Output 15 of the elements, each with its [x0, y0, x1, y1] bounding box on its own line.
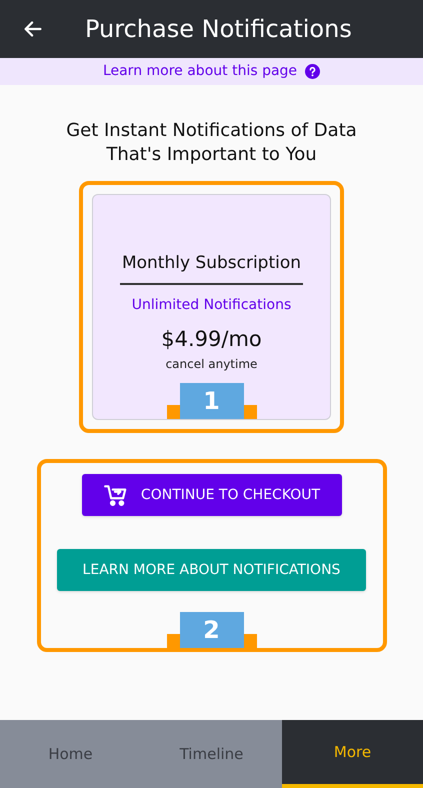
callout-badge: 2	[180, 612, 244, 648]
plan-note: cancel anytime	[166, 356, 258, 373]
nav-tab[interactable]: Home	[0, 720, 141, 788]
callout-badge: 1	[180, 383, 244, 419]
intro-heading: Get Instant Notifications of Data That's Important to You	[65, 119, 358, 167]
page-title: Purchase Notifications	[85, 14, 352, 45]
learn-more-button[interactable]: LEARN MORE ABOUT NOTIFICATIONS	[57, 549, 366, 591]
help-icon[interactable]	[305, 64, 320, 79]
checkout-button[interactable]: CONTINUE TO CHECKOUT	[82, 474, 342, 516]
plan-price: $4.99/mo	[161, 326, 262, 352]
nav-tab[interactable]: Timeline	[141, 720, 282, 788]
plan-title: Monthly Subscription	[120, 251, 304, 284]
nav-tab[interactable]: More	[282, 720, 423, 788]
learn-more-link[interactable]: Learn more about this page	[102, 61, 298, 82]
plan-feature: Unlimited Notifications	[132, 296, 292, 314]
